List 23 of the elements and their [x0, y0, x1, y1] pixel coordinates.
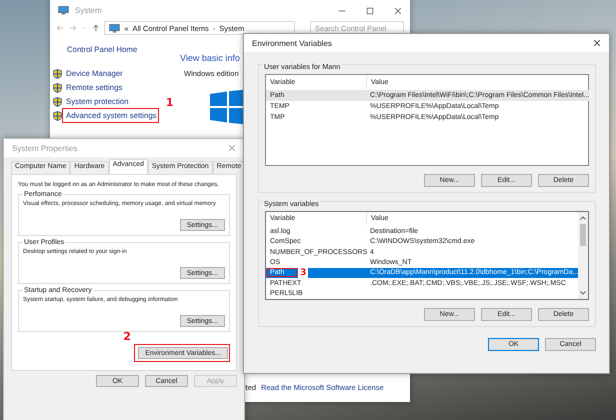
monitor-icon [109, 24, 120, 32]
close-icon[interactable] [394, 6, 402, 14]
shield-icon [53, 96, 62, 106]
callout-number: 2 [123, 330, 131, 343]
callout-number: 3 [298, 268, 308, 279]
monitor-icon [58, 6, 69, 15]
callout-number: 1 [166, 96, 174, 109]
shield-icon [53, 68, 62, 78]
scroll-down-icon[interactable] [579, 290, 588, 296]
forward-arrow-icon[interactable] [68, 24, 77, 32]
dialog-title: System Properties [12, 144, 78, 152]
dialog-title: Environment Variables [252, 38, 332, 48]
page-heading: View basic info [180, 53, 241, 63]
back-arrow-icon[interactable] [56, 24, 64, 32]
maximize-icon[interactable] [366, 6, 374, 14]
scrollbar[interactable] [578, 212, 588, 299]
close-icon[interactable] [593, 39, 601, 47]
shield-icon [53, 82, 62, 92]
shield-icon [53, 110, 62, 120]
up-arrow-icon[interactable] [92, 24, 100, 32]
scroll-up-icon[interactable] [579, 215, 588, 221]
scrollbar-thumb[interactable] [580, 224, 586, 246]
window-title: System [75, 6, 102, 15]
